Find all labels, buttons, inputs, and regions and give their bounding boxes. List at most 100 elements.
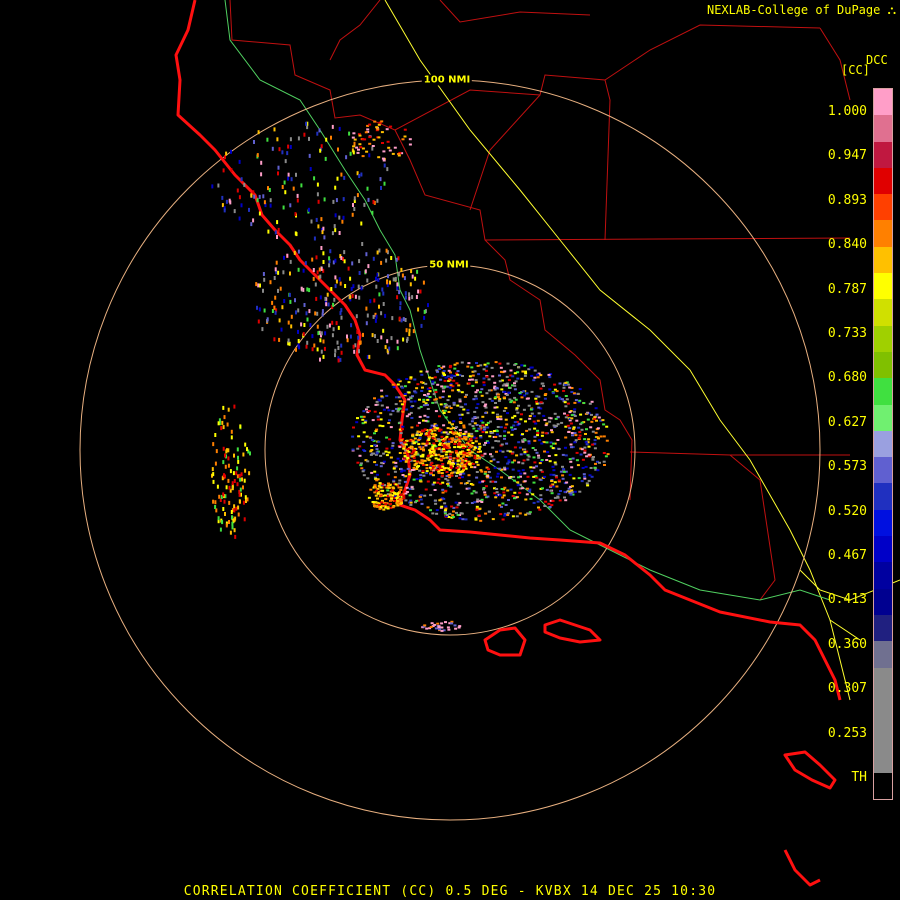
echo-pixel xyxy=(386,473,390,476)
echo-pixel xyxy=(474,391,478,394)
echo-pixel xyxy=(490,399,494,402)
echo-pixel xyxy=(438,396,442,399)
echo-pixel xyxy=(224,155,226,160)
echo-pixel xyxy=(408,138,412,141)
echo-pixel xyxy=(573,415,577,417)
echo-pixel xyxy=(523,448,527,451)
echo-pixel xyxy=(319,274,322,279)
echo-pixel xyxy=(367,264,370,269)
echo-pixel xyxy=(403,128,407,131)
echo-pixel xyxy=(470,366,474,369)
echo-pixel xyxy=(256,305,258,310)
echo-pixel xyxy=(214,505,217,509)
echo-pixel xyxy=(421,470,425,473)
echo-pixel xyxy=(384,498,388,501)
echo-pixel xyxy=(396,295,399,300)
echo-pixel xyxy=(484,470,488,473)
echo-pixel xyxy=(388,438,392,441)
echo-pixel xyxy=(230,429,233,434)
echo-pixel xyxy=(357,148,360,151)
echo-pixel xyxy=(453,624,457,627)
echo-pixel xyxy=(525,487,529,490)
coastline xyxy=(174,0,842,887)
echo-pixel xyxy=(478,445,482,448)
echo-pixel xyxy=(491,446,495,449)
echo-pixel xyxy=(593,466,597,469)
echo-pixel xyxy=(334,275,337,280)
echo-pixel xyxy=(506,512,510,515)
echo-pixel xyxy=(402,457,406,460)
echo-pixel xyxy=(290,314,293,319)
echo-pixel xyxy=(478,481,482,484)
echo-pixel xyxy=(303,132,306,137)
echo-pixel xyxy=(385,248,388,253)
echo-pixel xyxy=(233,479,236,483)
echo-pixel xyxy=(263,277,266,282)
echo-pixel xyxy=(547,373,551,376)
echo-pixel xyxy=(484,485,488,488)
echo-pixel xyxy=(225,449,228,454)
echo-pixel xyxy=(422,419,425,422)
echo-pixel xyxy=(324,296,327,301)
echo-pixel xyxy=(545,441,549,444)
echo-pixel xyxy=(569,422,573,425)
echo-pixel xyxy=(260,160,263,165)
echo-pixel xyxy=(468,462,471,465)
echo-pixel xyxy=(442,412,446,414)
echo-pixel xyxy=(425,472,428,475)
echo-pixel xyxy=(518,512,522,515)
echo-pixel xyxy=(545,459,549,461)
echo-pixel xyxy=(467,434,471,437)
echo-pixel xyxy=(390,256,393,260)
echo-pixel xyxy=(278,337,281,342)
echo-pixel xyxy=(445,471,449,473)
echo-pixel xyxy=(489,420,492,423)
colorbar-tick-label: 0.627 xyxy=(827,414,867,430)
echo-pixel xyxy=(398,316,401,321)
echo-pixel xyxy=(400,318,403,323)
echo-pixel xyxy=(418,436,422,439)
echo-pixel xyxy=(597,416,601,419)
echo-pixel xyxy=(244,442,247,447)
echo-pixel xyxy=(222,446,225,451)
echo-pixel xyxy=(212,472,215,477)
echo-pixel xyxy=(453,375,457,377)
echo-pixel xyxy=(282,205,285,210)
echo-pixel xyxy=(353,207,356,211)
echo-pixel xyxy=(425,627,429,630)
echo-pixel xyxy=(532,481,536,484)
echo-pixel xyxy=(353,349,356,354)
echo-pixel xyxy=(313,176,316,181)
echo-pixel xyxy=(506,362,510,365)
echo-pixel xyxy=(516,411,520,414)
echo-pixel xyxy=(375,448,379,451)
echo-pixel xyxy=(375,314,378,319)
echo-pixel xyxy=(538,462,542,465)
echo-pixel xyxy=(564,499,568,502)
echo-pixel xyxy=(300,286,303,291)
echo-pixel xyxy=(447,474,451,476)
echo-pixel xyxy=(334,258,337,263)
echo-pixel xyxy=(464,438,468,441)
colorbar xyxy=(873,88,893,800)
echo-pixel xyxy=(499,418,503,421)
echo-pixel xyxy=(358,134,362,137)
echo-pixel xyxy=(372,502,376,505)
echo-pixel xyxy=(384,503,388,506)
echo-pixel xyxy=(440,626,444,629)
echo-pixel xyxy=(373,298,376,303)
echo-pixel xyxy=(233,518,236,523)
island-1 xyxy=(483,626,527,657)
echo-pixel xyxy=(451,459,455,462)
echo-pixel xyxy=(485,431,489,434)
echo-pixel xyxy=(475,461,479,464)
echo-pixel xyxy=(420,429,424,432)
echo-pixel xyxy=(553,481,557,484)
echo-pixel xyxy=(395,497,399,499)
echo-pixel xyxy=(373,461,377,464)
echo-pixel xyxy=(457,455,460,458)
echo-pixel xyxy=(433,623,437,626)
echo-pixel xyxy=(327,302,330,307)
echo-pixel xyxy=(458,434,462,437)
echo-pixel xyxy=(513,372,517,375)
